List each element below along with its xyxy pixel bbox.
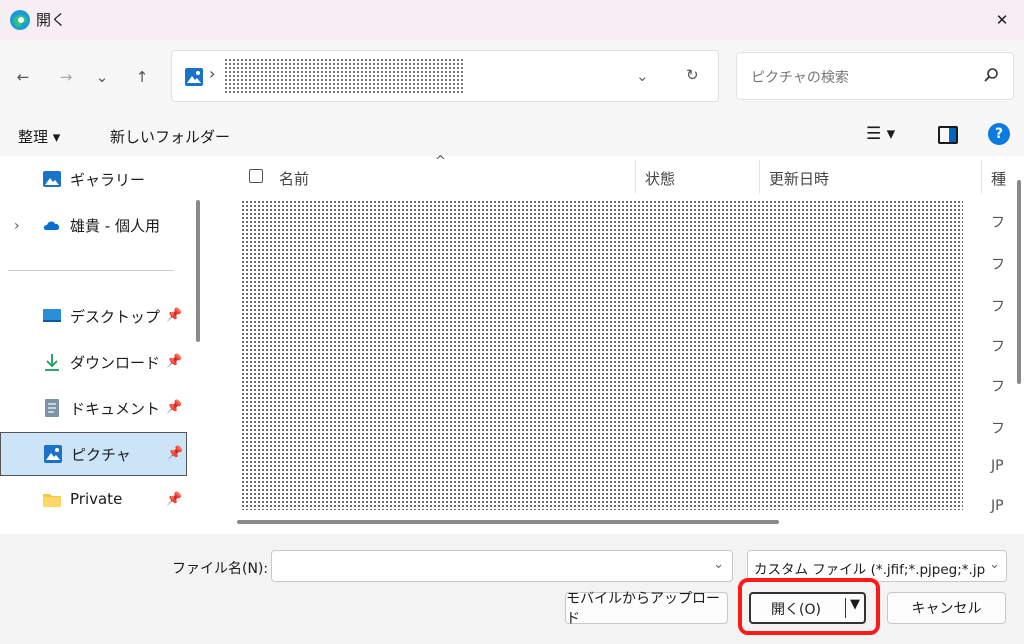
- pin-icon: 📌: [166, 308, 183, 323]
- type-cell: フ: [991, 215, 1005, 231]
- sort-ascending-icon: ^: [435, 154, 446, 169]
- command-bar: 整理 ▾ 新しいフォルダー ☰ ▾ ?: [0, 114, 1024, 156]
- open-button[interactable]: 開く(O) ▼: [749, 592, 866, 624]
- back-button[interactable]: ←: [10, 64, 36, 90]
- type-cell: フ: [991, 421, 1005, 437]
- type-cell: フ: [991, 339, 1005, 355]
- vertical-scrollbar[interactable]: [1017, 180, 1021, 384]
- file-list: ^ 名前 状態 更新日時 種 フ フ フ フ フ フ JP JP: [213, 154, 1024, 534]
- navigation-bar: ← → ⌄ ↑ › ⌄ ↻ ピクチャの検索: [0, 40, 1024, 114]
- pictures-icon: [185, 68, 203, 86]
- type-cell: フ: [991, 299, 1005, 315]
- open-dropdown-icon[interactable]: ▼: [850, 597, 860, 612]
- cancel-button[interactable]: キャンセル: [887, 592, 1006, 624]
- desktop-icon: [43, 309, 61, 322]
- button-label: キャンセル: [911, 601, 982, 617]
- sidebar-item-label: ピクチャ: [71, 446, 131, 464]
- pin-icon: 📌: [166, 354, 183, 369]
- sidebar-item-downloads[interactable]: ダウンロード 📌: [0, 341, 187, 383]
- sidebar-item-private[interactable]: Private 📌: [0, 479, 187, 521]
- sidebar-item-pictures[interactable]: ピクチャ 📌: [0, 432, 187, 476]
- search-placeholder: ピクチャの検索: [751, 70, 849, 86]
- navigation-pane: ギャラリー › 雄貴 - 個人用 デスクトップ 📌 ダウンロード 📌 ドキュメン…: [0, 156, 213, 534]
- documents-icon: [45, 399, 59, 417]
- type-cell: JP: [991, 498, 1004, 514]
- sidebar-item-label: ダウンロード: [70, 354, 161, 372]
- sidebar-item-label: ドキュメント: [70, 400, 161, 418]
- button-label: モバイルからアップロード: [566, 591, 720, 627]
- forward-button[interactable]: →: [53, 64, 79, 90]
- search-input[interactable]: ピクチャの検索: [736, 52, 1014, 100]
- help-icon[interactable]: ?: [988, 123, 1010, 145]
- sidebar-item-label: ギャラリー: [70, 171, 146, 189]
- refresh-icon[interactable]: ↻: [686, 66, 699, 84]
- pin-icon: 📌: [166, 492, 183, 507]
- button-label: 開く(O): [771, 602, 821, 618]
- file-rows-redacted[interactable]: [241, 200, 963, 510]
- close-icon: ✕: [995, 11, 1009, 29]
- title-bar: 開く ✕: [0, 0, 1024, 40]
- preview-pane-icon[interactable]: [938, 126, 958, 144]
- chevron-down-icon: ⌄: [987, 557, 1000, 572]
- upload-from-mobile-button[interactable]: モバイルからアップロード: [565, 591, 728, 627]
- filetype-value: カスタム ファイル (*.jfif;*.pjpeg;*.jp: [754, 562, 986, 578]
- expand-chevron-icon[interactable]: ›: [14, 218, 20, 234]
- back-arrow-icon: ←: [16, 68, 30, 86]
- folder-icon: [43, 494, 61, 507]
- filename-input[interactable]: ⌄: [271, 550, 733, 582]
- sidebar-item-onedrive[interactable]: › 雄貴 - 個人用: [0, 204, 187, 246]
- column-header-status[interactable]: 状態: [645, 168, 675, 189]
- search-icon: [984, 68, 998, 82]
- breadcrumb-path-redacted: [224, 58, 464, 94]
- horizontal-scrollbar[interactable]: [237, 520, 779, 524]
- column-separator[interactable]: [759, 160, 760, 194]
- type-cell: JP: [991, 458, 1004, 474]
- sidebar-item-gallery[interactable]: ギャラリー: [0, 158, 187, 200]
- recent-locations-button[interactable]: ⌄: [89, 64, 115, 90]
- sidebar-divider: [8, 270, 174, 271]
- sidebar-item-desktop[interactable]: デスクトップ 📌: [0, 295, 187, 337]
- gallery-icon: [43, 171, 61, 187]
- view-options-button[interactable]: ☰ ▾: [866, 124, 895, 144]
- pictures-icon: [44, 445, 62, 463]
- pin-icon: 📌: [167, 446, 184, 461]
- pin-icon: 📌: [166, 400, 183, 415]
- column-header-type[interactable]: 種: [991, 168, 1006, 189]
- edge-icon: [10, 10, 30, 30]
- organize-menu[interactable]: 整理 ▾: [18, 126, 60, 147]
- breadcrumb-chevron-icon: ›: [209, 64, 216, 83]
- address-dropdown-icon[interactable]: ⌄: [636, 67, 649, 85]
- filetype-select[interactable]: カスタム ファイル (*.jfif;*.pjpeg;*.jp ⌄: [747, 550, 1007, 582]
- column-separator[interactable]: [981, 160, 982, 194]
- up-button[interactable]: ↑: [129, 64, 155, 90]
- onedrive-icon: [43, 221, 60, 230]
- dialog-footer: ファイル名(N): ⌄ カスタム ファイル (*.jfif;*.pjpeg;*.…: [0, 534, 1024, 644]
- column-separator[interactable]: [635, 160, 636, 194]
- new-folder-button[interactable]: 新しいフォルダー: [110, 126, 230, 147]
- sidebar-item-documents[interactable]: ドキュメント 📌: [0, 387, 187, 429]
- select-all-checkbox[interactable]: [249, 169, 263, 183]
- up-arrow-icon: ↑: [135, 68, 149, 86]
- sidebar-item-label: Private: [70, 490, 123, 508]
- type-cell: フ: [991, 257, 1005, 273]
- sidebar-item-label: デスクトップ: [70, 308, 161, 326]
- close-button[interactable]: ✕: [980, 0, 1024, 40]
- column-header-name[interactable]: 名前: [279, 168, 309, 189]
- download-icon: [45, 354, 59, 371]
- column-header-modified[interactable]: 更新日時: [769, 168, 829, 189]
- window-title: 開く: [36, 11, 67, 29]
- split-divider: [845, 598, 846, 618]
- sidebar-item-label: 雄貴 - 個人用: [70, 217, 160, 235]
- chevron-down-icon: ⌄: [95, 68, 109, 86]
- chevron-down-icon[interactable]: ⌄: [713, 557, 724, 572]
- sidebar-scrollbar[interactable]: [196, 200, 200, 342]
- filename-label: ファイル名(N):: [172, 561, 269, 577]
- forward-arrow-icon: →: [59, 68, 73, 86]
- address-bar[interactable]: › ⌄ ↻: [171, 50, 719, 102]
- type-cell: フ: [991, 379, 1005, 395]
